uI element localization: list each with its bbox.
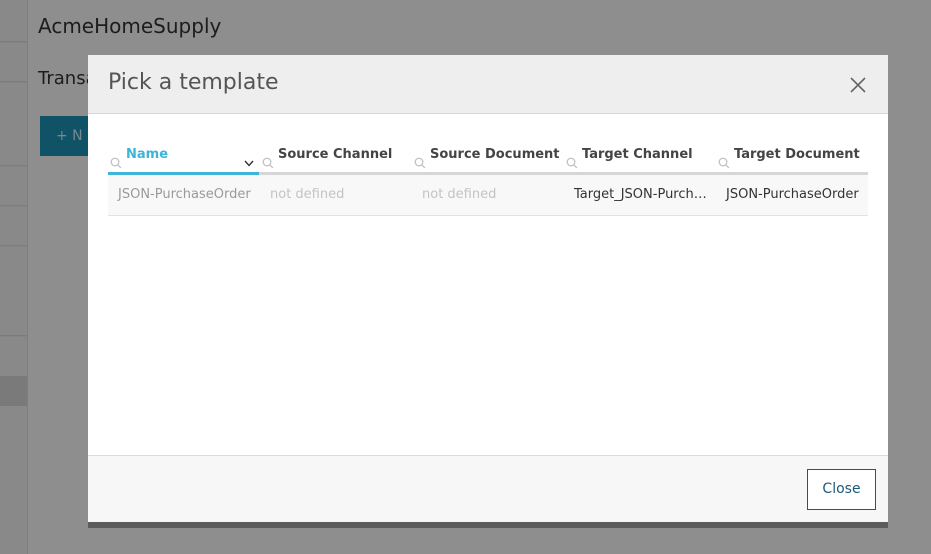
column-header-target-document[interactable]: Target Document	[716, 138, 867, 172]
column-header-target-channel[interactable]: Target Channel	[564, 138, 715, 172]
close-button[interactable]: Close	[807, 469, 876, 510]
close-icon[interactable]	[848, 75, 868, 95]
cell-target-document: JSON-PurchaseOrder	[726, 187, 859, 202]
template-table: Name Source Channel Source Document Targ…	[108, 138, 868, 216]
column-header-name[interactable]: Name	[108, 138, 259, 172]
table-row[interactable]: JSON-PurchaseOrder not defined not defin…	[108, 175, 868, 216]
chevron-down-icon[interactable]	[243, 149, 255, 167]
search-icon[interactable]	[566, 149, 578, 169]
pick-template-dialog: Pick a template Name Source Channel Sour…	[88, 55, 888, 522]
search-icon[interactable]	[262, 149, 274, 169]
search-icon[interactable]	[414, 149, 426, 169]
column-header-source-channel[interactable]: Source Channel	[260, 138, 411, 172]
search-icon[interactable]	[718, 149, 730, 169]
column-header-source-document[interactable]: Source Document	[412, 138, 563, 172]
column-label: Target Document	[734, 147, 860, 162]
column-label: Name	[126, 147, 169, 162]
dialog-title: Pick a template	[108, 70, 279, 95]
search-icon[interactable]	[110, 149, 122, 169]
column-label: Source Channel	[278, 147, 393, 162]
cell-name: JSON-PurchaseOrder	[118, 187, 251, 202]
table-header: Name Source Channel Source Document Targ…	[108, 138, 868, 175]
dialog-header: Pick a template	[88, 55, 888, 114]
cell-source-channel: not defined	[270, 187, 345, 202]
cell-target-channel: Target_JSON-PurchaseOrder	[574, 187, 709, 202]
column-label: Source Document	[430, 147, 560, 162]
column-label: Target Channel	[582, 147, 693, 162]
dialog-footer: Close	[88, 455, 888, 522]
cell-source-document: not defined	[422, 187, 497, 202]
